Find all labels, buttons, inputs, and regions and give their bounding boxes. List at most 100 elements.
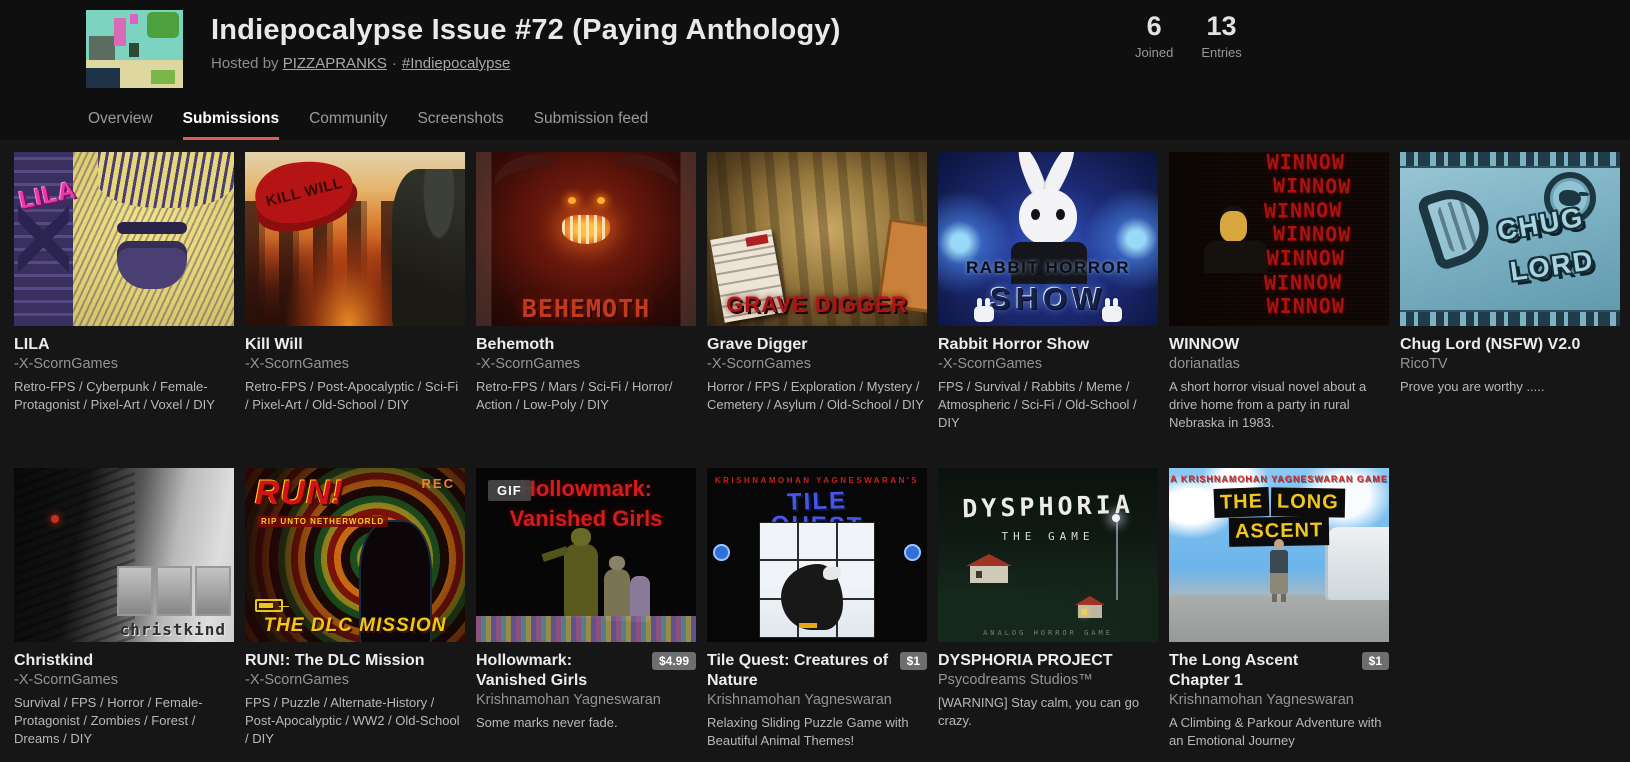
game-thumbnail[interactable]: WINNOW WINNOW WINNOW WINNOW WINNOW WINNOW WINN…: [1169, 152, 1389, 326]
game-title[interactable]: DYSPHORIA PROJECT: [938, 651, 1158, 671]
jam-logo[interactable]: [86, 10, 183, 88]
tab-overview[interactable]: Overview: [88, 110, 153, 140]
loading-icon: [713, 544, 730, 562]
game-author[interactable]: -X-ScornGames: [707, 356, 811, 372]
game-title[interactable]: RUN!: The DLC Mission: [245, 651, 465, 671]
game-tags: Horror / FPS / Exploration / Mystery / C…: [707, 379, 924, 412]
game-thumbnail[interactable]: BEHEMOTH: [476, 152, 696, 326]
game-thumbnail[interactable]: CHUG LORD: [1400, 152, 1620, 326]
rec-indicator: REC: [421, 475, 455, 491]
climber-art: [1270, 538, 1289, 602]
game-card: LILA LILA -X-ScornGames Retro-FPS / Cybe…: [14, 152, 234, 432]
hosted-by-line: Hosted by PIZZAPRANKS · #Indiepocalypse: [211, 55, 511, 72]
beer-mug-art: [1415, 180, 1499, 272]
game-author[interactable]: -X-ScornGames: [938, 356, 1042, 372]
game-thumbnail[interactable]: Hollowmark: Vanished Girls GIF: [476, 467, 696, 642]
game-author[interactable]: Krishnamohan Yagneswaran: [476, 692, 661, 708]
thumb-subtitle-text: THE GAME: [1001, 529, 1095, 543]
joined-count: 6: [1146, 11, 1162, 41]
thumb-logo-text: BEHEMOTH: [521, 294, 651, 323]
game-thumbnail[interactable]: RUN! RIP UNTO NETHERWORLD REC THE DLC MI…: [245, 467, 465, 642]
game-author[interactable]: -X-ScornGames: [245, 672, 349, 688]
game-card: KRISHNAMOHAN YAGNESWARAN'S TILE QUEST Ti…: [707, 467, 927, 750]
game-thumbnail[interactable]: christkind: [14, 467, 234, 642]
game-card: DYSPHORIA THE GAME ANALOG HORROR GAME DY…: [938, 467, 1158, 750]
game-title[interactable]: Tile Quest: Creatures of Nature: [707, 651, 894, 691]
tab-submissions[interactable]: Submissions: [182, 110, 280, 140]
tab-screenshots[interactable]: Screenshots: [417, 110, 503, 140]
game-title[interactable]: WINNOW: [1169, 335, 1389, 355]
game-title[interactable]: Christkind: [14, 651, 234, 671]
thumb-logo-text: SHOW: [989, 280, 1107, 316]
host-link[interactable]: PIZZAPRANKS: [283, 55, 387, 72]
thumb-logo-text: THE LONGASCENT: [1169, 486, 1389, 547]
thumb-byline-text: KRISHNAMOHAN YAGNESWARAN'S: [714, 475, 920, 485]
thumb-logo-text: LORD: [1508, 245, 1597, 287]
game-author[interactable]: Krishnamohan Yagneswaran: [707, 692, 892, 708]
game-title[interactable]: LILA: [14, 335, 234, 355]
thumb-subtitle-text: RIP UNTO NETHERWORLD: [257, 515, 389, 527]
game-title[interactable]: Chug Lord (NSFW) V2.0: [1400, 335, 1620, 355]
game-author[interactable]: -X-ScornGames: [245, 356, 349, 372]
game-tags: Retro-FPS / Post-Apocalyptic / Sci-Fi / …: [245, 379, 459, 412]
page-title: Indiepocalypse Issue #72 (Paying Antholo…: [211, 14, 841, 46]
tab-community[interactable]: Community: [309, 110, 387, 140]
game-author[interactable]: -X-ScornGames: [14, 356, 118, 372]
game-thumbnail[interactable]: LILA: [14, 152, 234, 326]
hashtag-link[interactable]: #Indiepocalypse: [402, 55, 510, 72]
game-tags: Retro-FPS / Mars / Sci-Fi / Horror/ Acti…: [476, 379, 673, 412]
game-thumbnail[interactable]: KILL WILL: [245, 152, 465, 326]
tab-submission-feed[interactable]: Submission feed: [534, 110, 649, 140]
game-title[interactable]: Kill Will: [245, 335, 465, 355]
game-card: RUN! RIP UNTO NETHERWORLD REC THE DLC MI…: [245, 467, 465, 750]
loading-icon: [904, 544, 921, 562]
game-card: Hollowmark: Vanished Girls GIF Hollowmar…: [476, 467, 696, 750]
game-thumbnail[interactable]: DYSPHORIA THE GAME ANALOG HORROR GAME: [938, 467, 1158, 642]
game-card: KILL WILL Kill Will -X-ScornGames Retro-…: [245, 152, 465, 432]
price-badge: $4.99: [651, 651, 696, 670]
game-author[interactable]: Krishnamohan Yagneswaran: [1169, 692, 1354, 708]
game-thumbnail[interactable]: A KRISHNAMOHAN YAGNESWARAN GAME THE LONGA…: [1169, 467, 1389, 642]
game-description: Prove you are worthy .....: [1400, 379, 1545, 394]
game-thumbnail[interactable]: GRAVE DIGGER: [707, 152, 927, 326]
game-title[interactable]: The Long Ascent Chapter 1: [1169, 651, 1356, 691]
game-author[interactable]: -X-ScornGames: [14, 672, 118, 688]
thumb-logo-text: RABBIT HORROR: [966, 258, 1130, 278]
thumb-logo-text: DYSPHORIA: [961, 489, 1135, 524]
game-title[interactable]: Rabbit Horror Show: [938, 335, 1158, 355]
game-card: WINNOW WINNOW WINNOW WINNOW WINNOW WINNOW WINN…: [1169, 152, 1389, 432]
lamp-post-art: [1112, 513, 1120, 600]
game-author[interactable]: -X-ScornGames: [476, 356, 580, 372]
house-art: [1075, 595, 1105, 618]
game-title[interactable]: Grave Digger: [707, 335, 927, 355]
game-title[interactable]: Hollowmark: Vanished Girls: [476, 651, 646, 691]
game-description: A Climbing & Parkour Adventure with an E…: [1169, 714, 1382, 748]
stat-entries: 13 Entries: [1201, 11, 1241, 59]
thumb-logo-text: GRAVE DIGGER: [726, 292, 908, 317]
eagle-art: [781, 563, 844, 630]
game-tags: FPS / Puzzle / Alternate-History / Post-…: [245, 694, 460, 746]
game-author[interactable]: Psycodreams Studios™: [938, 672, 1093, 688]
game-thumbnail[interactable]: KRISHNAMOHAN YAGNESWARAN'S TILE QUEST: [707, 467, 927, 642]
battery-icon: [255, 598, 283, 612]
house-art: [966, 553, 1012, 583]
jam-stats: 6 Joined 13 Entries: [1135, 11, 1242, 60]
thumb-byline-text: A KRISHNAMOHAN YAGNESWARAN GAME: [1170, 473, 1388, 484]
entries-count: 13: [1206, 11, 1237, 41]
game-tags: Retro-FPS / Cyberpunk / Female-Protagoni…: [14, 379, 215, 412]
jam-tab-bar: Overview Submissions Community Screensho…: [0, 100, 1630, 140]
game-card: RABBIT HORROR SHOW Rabbit Horror Show -X…: [938, 152, 1158, 432]
game-title[interactable]: Behemoth: [476, 335, 696, 355]
game-thumbnail[interactable]: RABBIT HORROR SHOW: [938, 152, 1158, 326]
game-card: GRAVE DIGGER Grave Digger -X-ScornGames …: [707, 152, 927, 432]
joined-label: Joined: [1135, 44, 1174, 60]
jam-banner: Indiepocalypse Issue #72 (Paying Antholo…: [0, 0, 1630, 100]
game-author[interactable]: RicoTV: [1400, 356, 1448, 372]
game-author[interactable]: dorianatlas: [1169, 356, 1240, 372]
hosted-by-prefix: Hosted by: [211, 55, 279, 72]
thumb-logo-text: RUN!: [255, 473, 344, 512]
game-description: Some marks never fade.: [476, 714, 618, 730]
stat-joined: 6 Joined: [1135, 11, 1174, 60]
game-card: A KRISHNAMOHAN YAGNESWARAN GAME THE LONGA…: [1169, 467, 1389, 750]
game-tags: Survival / FPS / Horror / Female-Protago…: [14, 694, 203, 746]
